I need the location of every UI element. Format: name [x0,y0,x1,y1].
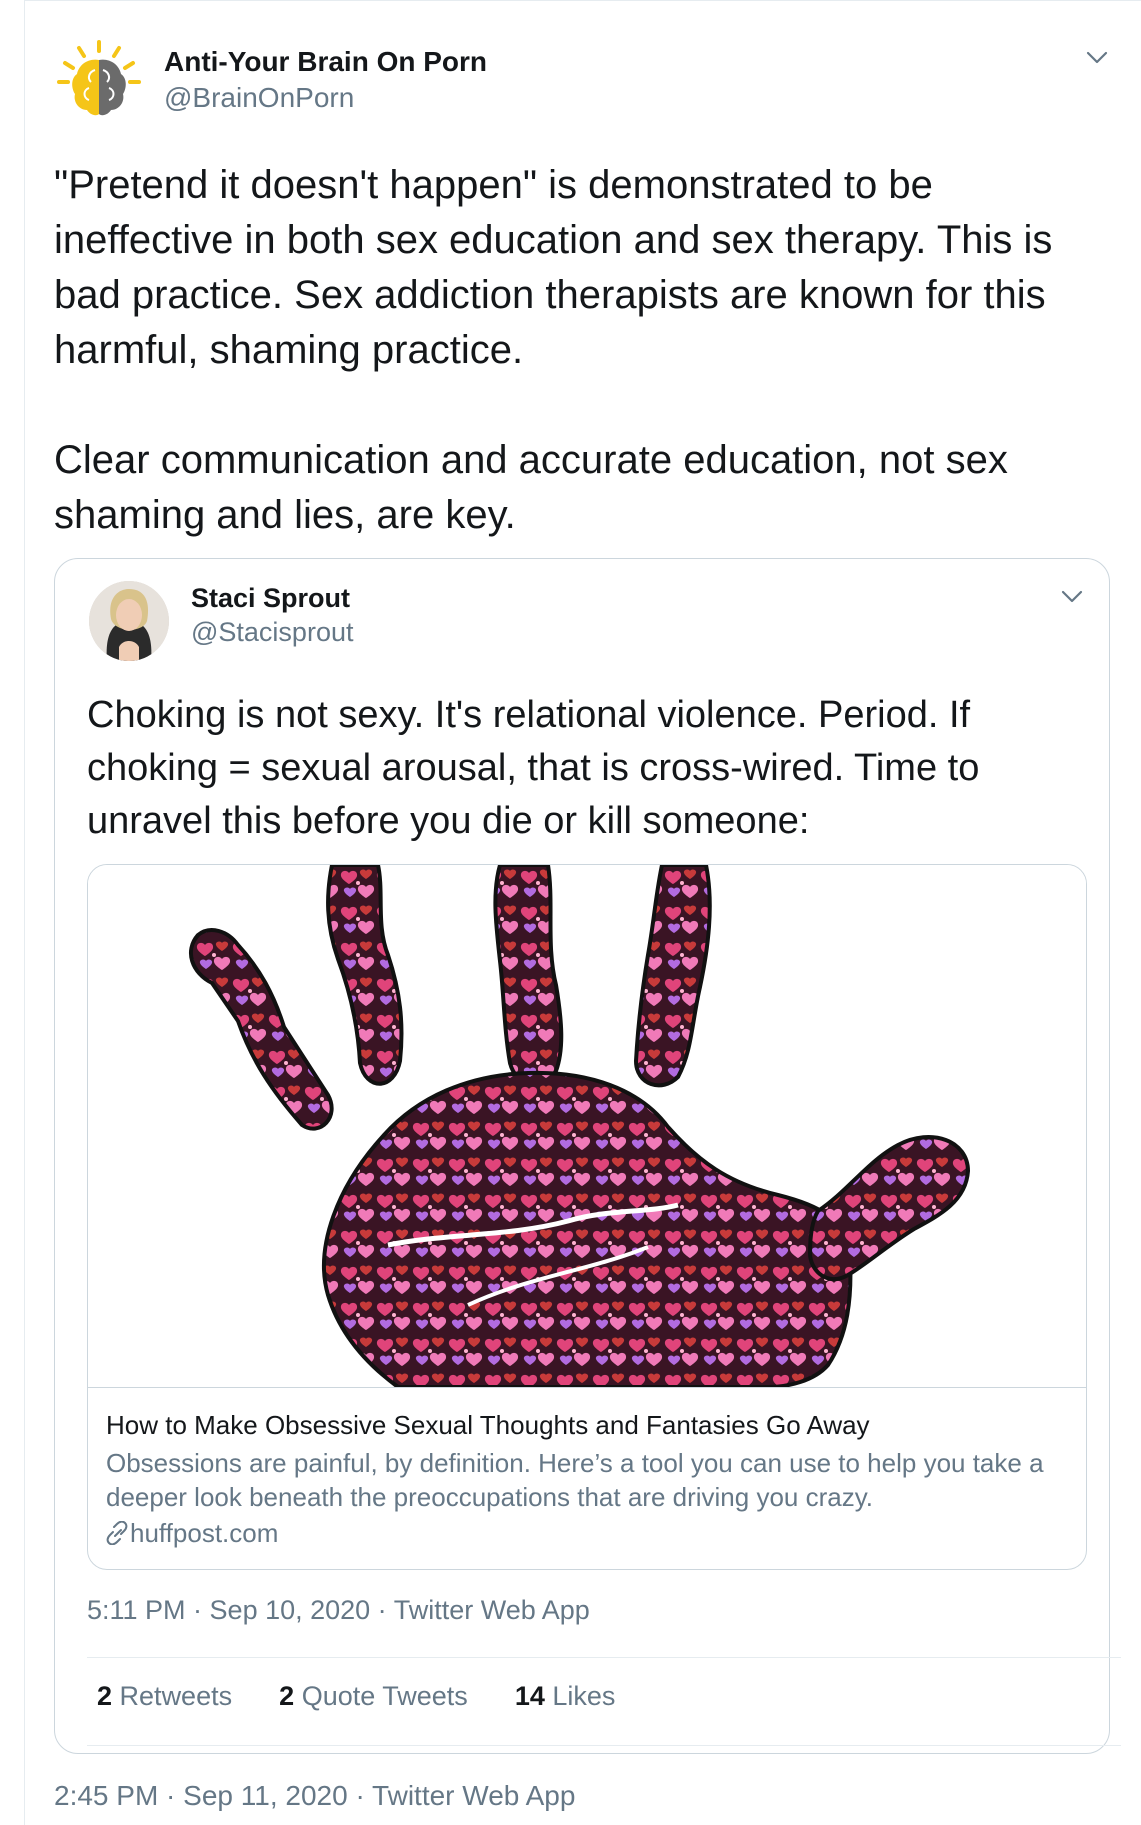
link-description: Obsessions are painful, by definition. H… [106,1448,1044,1512]
link-preview-card[interactable]: How to Make Obsessive Sexual Thoughts an… [87,864,1087,1570]
quote-tweets-stat[interactable]: 2 Quote Tweets [279,1681,468,1711]
handprint-hearts-image [188,865,971,1387]
author-handle[interactable]: @BrainOnPorn [164,82,354,114]
link-icon [106,1520,130,1552]
quoted-author-name[interactable]: Staci Sprout [191,583,350,614]
author-name[interactable]: Anti-Your Brain On Porn [164,46,487,78]
quoted-author-avatar[interactable] [89,581,169,661]
quoted-stats: 2 Retweets 2 Quote Tweets 14 Likes [97,1681,615,1712]
portrait-image [89,581,169,661]
brain-logo-icon [57,40,141,116]
tweet-text: "Pretend it doesn't happen" is demonstra… [54,163,1053,537]
author-avatar[interactable] [53,38,145,130]
quoted-tweet-text: Choking is not sexy. It's relational vio… [87,694,980,842]
quoted-tweet[interactable]: Staci Sprout @Stacisprout Choking is not… [54,558,1121,1754]
likes-stat[interactable]: 14 Likes [515,1681,616,1711]
divider [87,1657,1121,1658]
retweets-stat[interactable]: 2 Retweets [97,1681,232,1711]
link-preview-divider [88,1387,1086,1388]
chevron-down-icon[interactable] [1084,44,1110,70]
divider [87,1745,1121,1746]
link-domain[interactable]: huffpost.com [106,1518,278,1552]
chevron-down-icon[interactable] [1059,583,1085,609]
quoted-timestamp[interactable]: 5:11 PM · Sep 10, 2020 · Twitter Web App [87,1595,590,1626]
quoted-author-handle[interactable]: @Stacisprout [191,617,353,648]
link-title[interactable]: How to Make Obsessive Sexual Thoughts an… [106,1410,870,1441]
link-domain-text: huffpost.com [130,1518,279,1548]
link-preview-image[interactable] [88,865,1086,1387]
tweet-timestamp[interactable]: 2:45 PM · Sep 11, 2020 · Twitter Web App [54,1780,575,1812]
